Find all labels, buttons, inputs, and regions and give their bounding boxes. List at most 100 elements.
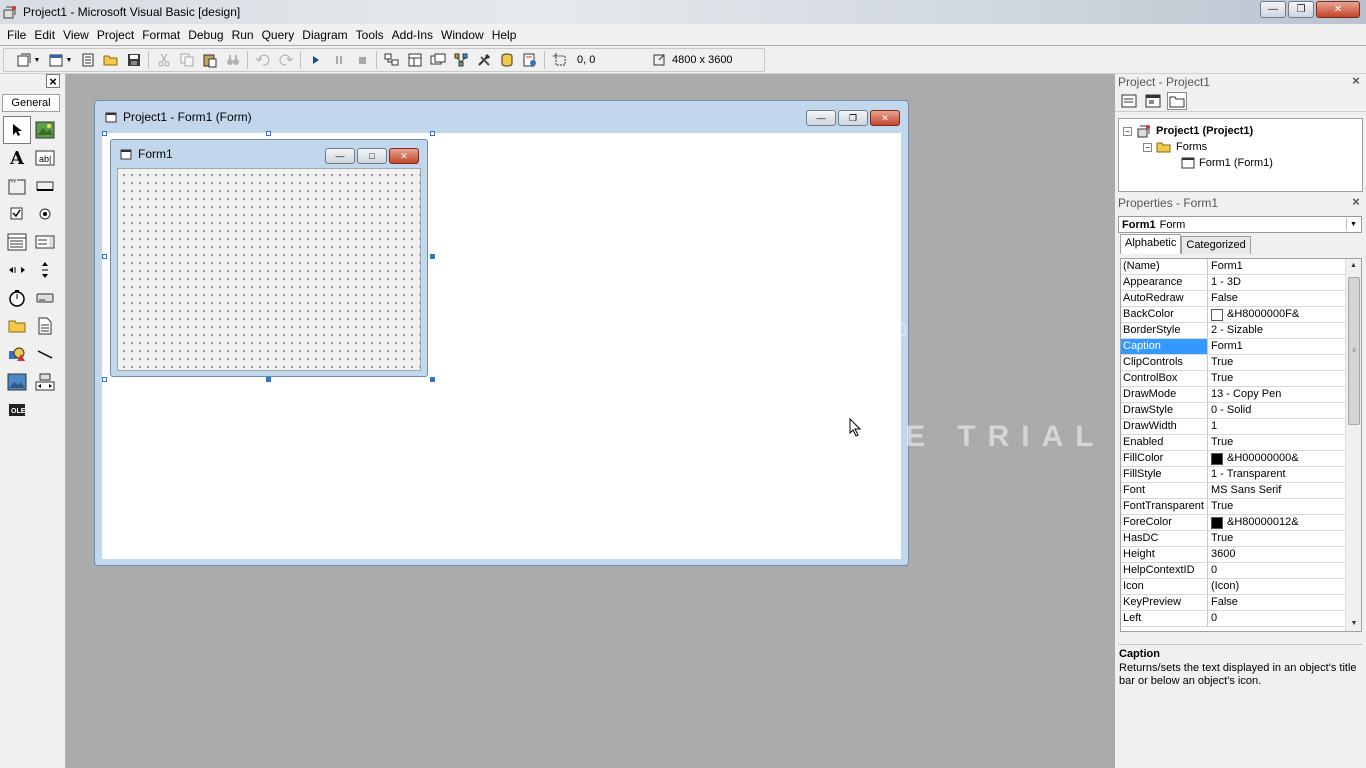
property-value[interactable]: &H00000000& [1208,451,1345,466]
property-row[interactable]: FillStyle 1 - Transparent [1121,467,1345,483]
property-value[interactable]: True [1208,435,1345,450]
property-row[interactable]: DrawMode 13 - Copy Pen [1121,387,1345,403]
menu-edit[interactable]: Edit [30,28,59,42]
resize-handle-bottom[interactable] [266,377,271,382]
designer-minimize-button[interactable]: — [806,110,836,126]
dirlistbox-tool[interactable] [3,312,31,340]
timer-tool[interactable] [3,284,31,312]
form-designer-titlebar[interactable]: Project1 - Form1 (Form) [95,101,908,133]
shape-tool[interactable] [3,340,31,368]
tab-categorized[interactable]: Categorized [1181,236,1251,254]
property-row[interactable]: Height 3600 [1121,547,1345,563]
drivelistbox-tool[interactable] [31,284,59,312]
property-row[interactable]: Icon (Icon) [1121,579,1345,595]
property-row[interactable]: BackColor &H8000000F& [1121,307,1345,323]
properties-window-button[interactable] [403,49,426,71]
tree-node-project1[interactable]: − Project1 (Project1) [1123,124,1253,138]
tree-node-form1[interactable]: Form1 (Form1) [1181,157,1273,169]
data-tool[interactable] [31,368,59,396]
end-button[interactable] [350,49,373,71]
menu-run[interactable]: Run [228,28,258,42]
break-button[interactable] [327,49,350,71]
restore-button[interactable]: ❐ [1288,1,1314,18]
scroll-down-icon[interactable]: ▼ [1346,617,1361,631]
menu-query[interactable]: Query [258,28,299,42]
property-row[interactable]: ClipControls True [1121,355,1345,371]
label-tool[interactable]: A [3,144,31,172]
property-row[interactable]: DrawStyle 0 - Solid [1121,403,1345,419]
tab-alphabetic[interactable]: Alphabetic [1120,234,1182,254]
toggle-folders-button[interactable] [1167,91,1187,110]
redo-button[interactable] [274,49,297,71]
commandbutton-tool[interactable] [31,172,59,200]
resize-handle-bottom-right[interactable] [430,377,435,382]
picturebox-tool[interactable] [31,116,59,144]
toolbox-tab-general[interactable]: General [2,94,60,112]
property-row[interactable]: BorderStyle 2 - Sizable [1121,323,1345,339]
menu-editor-button[interactable] [76,49,99,71]
properties-close-button[interactable]: × [1349,195,1363,209]
chevron-down-icon[interactable]: ▼ [1346,218,1360,231]
undo-button[interactable] [251,49,274,71]
add-form-button[interactable]: ▼ [44,49,76,71]
project-explorer-close-button[interactable]: × [1349,74,1363,88]
property-row[interactable]: DrawWidth 1 [1121,419,1345,435]
property-row[interactable]: (Name) Form1 [1121,259,1345,275]
property-value[interactable]: True [1208,531,1345,546]
view-code-button[interactable] [1119,92,1139,110]
tree-node-forms[interactable]: − Forms [1143,141,1207,153]
property-row[interactable]: AutoRedraw False [1121,291,1345,307]
property-row[interactable]: KeyPreview False [1121,595,1345,611]
component-manager-button[interactable] [518,49,541,71]
property-value[interactable]: 0 [1208,611,1345,626]
property-value[interactable]: &H80000012& [1208,515,1345,530]
property-row[interactable]: HelpContextID 0 [1121,563,1345,579]
property-value[interactable]: True [1208,371,1345,386]
start-button[interactable] [304,49,327,71]
menu-project[interactable]: Project [93,28,138,42]
property-row[interactable]: ControlBox True [1121,371,1345,387]
cut-button[interactable] [152,49,175,71]
textbox-tool[interactable]: ab| [31,144,59,172]
property-row[interactable]: Caption Form1 [1121,339,1345,355]
object-browser-button[interactable] [449,49,472,71]
combobox-tool[interactable] [3,228,31,256]
property-value[interactable]: 1 [1208,419,1345,434]
property-row[interactable]: Font MS Sans Serif [1121,483,1345,499]
scroll-thumb[interactable]: ≡ [1348,277,1360,425]
menu-file[interactable]: File [3,28,30,42]
save-project-button[interactable] [122,49,145,71]
property-value[interactable]: Form1 [1208,339,1345,354]
resize-handle-right[interactable] [430,254,435,259]
frame-tool[interactable]: xy [3,172,31,200]
find-button[interactable] [221,49,244,71]
filelistbox-tool[interactable] [31,312,59,340]
optionbutton-tool[interactable] [31,200,59,228]
property-value[interactable]: True [1208,355,1345,370]
form-layout-button[interactable] [426,49,449,71]
data-view-button[interactable] [495,49,518,71]
designer-close-button[interactable]: ✕ [870,110,900,126]
menu-window[interactable]: Window [437,28,488,42]
form-designer-window[interactable]: Project1 - Form1 (Form) — ❐ ✕ Form1 — □ … [94,100,909,566]
menu-help[interactable]: Help [488,28,521,42]
menu-tools[interactable]: Tools [352,28,388,42]
property-value[interactable]: False [1208,595,1345,610]
form-designer-canvas[interactable]: Form1 — □ ✕ [102,131,901,559]
scroll-up-icon[interactable]: ▲ [1346,259,1361,273]
object-selector-dropdown[interactable]: Form1 Form ▼ [1118,216,1362,233]
property-value[interactable]: 3600 [1208,547,1345,562]
property-value[interactable]: &H8000000F& [1208,307,1345,322]
property-row[interactable]: FontTransparent True [1121,499,1345,515]
listbox-tool[interactable] [31,228,59,256]
vscrollbar-tool[interactable] [31,256,59,284]
toolbox-button[interactable] [472,49,495,71]
form1-design-surface[interactable]: Form1 — □ ✕ [110,139,428,377]
project-explorer-button[interactable] [380,49,403,71]
menu-view[interactable]: View [59,28,93,42]
property-value[interactable]: False [1208,291,1345,306]
checkbox-tool[interactable] [3,200,31,228]
property-row[interactable]: Appearance 1 - 3D [1121,275,1345,291]
property-row[interactable]: Enabled True [1121,435,1345,451]
property-value[interactable]: Form1 [1208,259,1345,274]
